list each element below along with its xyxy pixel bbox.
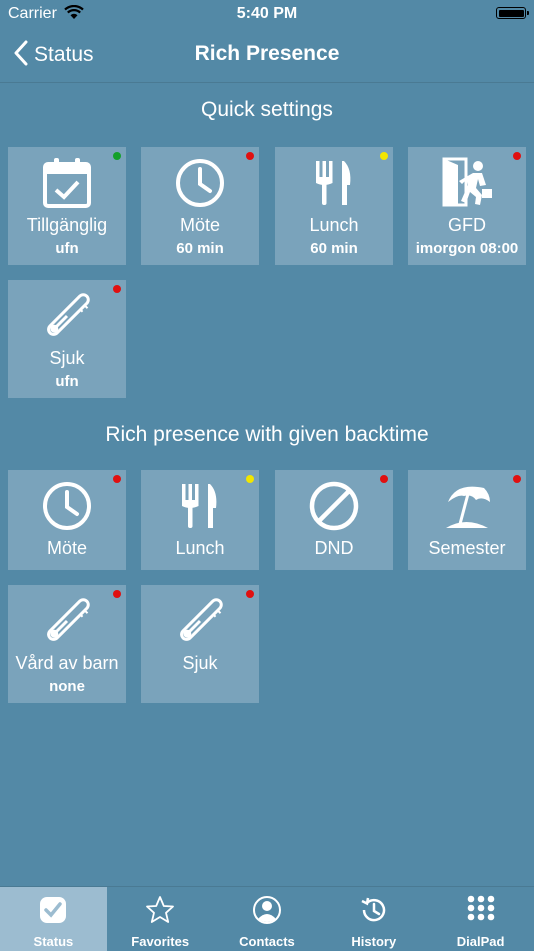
tile-label: Vård av barn (15, 653, 119, 673)
thermometer-icon (141, 595, 259, 647)
tile-label: Möte (179, 215, 221, 235)
page-title: Rich Presence (194, 42, 340, 65)
quick-tile-gfd[interactable]: GFD imorgon 08:00 (408, 147, 526, 265)
backtime-tile-semester[interactable]: Semester (408, 470, 526, 570)
tab-contacts[interactable]: Contacts (214, 887, 321, 951)
tab-label: DialPad (456, 934, 505, 949)
clock-icon (8, 480, 126, 532)
tab-label: Contacts (239, 934, 295, 949)
exit-door-icon (408, 155, 526, 209)
section-title-backtime: Rich presence with given backtime (105, 423, 429, 446)
tile-label: Semester (428, 538, 506, 558)
thermometer-icon (8, 290, 126, 342)
tab-label: Favorites (131, 934, 190, 949)
tile-label: DND (314, 538, 354, 558)
section-title-quick-settings: Quick settings (201, 98, 333, 121)
tile-label: Lunch (175, 538, 225, 558)
tile-label: Sjuk (49, 348, 85, 368)
beach-umbrella-icon (408, 480, 526, 532)
navigation-bar: Status Rich Presence (0, 30, 534, 83)
backtime-tile-vard-av-barn[interactable]: Vård av barn none (8, 585, 126, 703)
star-icon (107, 895, 214, 925)
quick-tile-mote[interactable]: Möte 60 min (141, 147, 259, 265)
no-entry-icon (275, 480, 393, 532)
fork-knife-icon (141, 480, 259, 532)
calendar-check-icon (8, 157, 126, 209)
tab-history[interactable]: History (320, 887, 427, 951)
tile-sublabel: imorgon 08:00 (415, 240, 519, 257)
dialpad-grid-icon (427, 895, 534, 927)
contact-person-icon (214, 895, 321, 925)
tile-sublabel: 60 min (176, 240, 224, 257)
tab-label: History (351, 934, 397, 949)
tile-label: Tillgänglig (26, 215, 108, 235)
thermometer-icon (8, 595, 126, 647)
tile-sublabel: ufn (55, 240, 79, 257)
tab-bar: Status Favorites Contacts History DialPa… (0, 886, 534, 951)
quick-tile-tillganglig[interactable]: Tillgänglig ufn (8, 147, 126, 265)
fork-knife-icon (275, 157, 393, 209)
tile-sublabel: 60 min (310, 240, 358, 257)
history-clock-icon (320, 895, 427, 925)
tab-label: Status (33, 934, 74, 949)
tile-sublabel: none (49, 678, 85, 695)
clock-icon (141, 157, 259, 209)
clock-time: 5:40 PM (236, 5, 298, 22)
tile-label: GFD (448, 215, 486, 235)
tab-status[interactable]: Status (0, 887, 107, 951)
quick-tile-sjuk[interactable]: Sjuk ufn (8, 280, 126, 398)
backtime-tile-sjuk[interactable]: Sjuk (141, 585, 259, 703)
tab-dialpad[interactable]: DialPad (427, 887, 534, 951)
tile-label: Sjuk (182, 653, 218, 673)
tile-label: Lunch (309, 215, 359, 235)
quick-tile-lunch[interactable]: Lunch 60 min (275, 147, 393, 265)
tile-label: Möte (46, 538, 88, 558)
status-check-icon (0, 895, 107, 925)
backtime-tile-mote[interactable]: Möte (8, 470, 126, 570)
status-bar: Carrier 5:40 PM (0, 0, 534, 30)
backtime-tile-dnd[interactable]: DND (275, 470, 393, 570)
backtime-tile-lunch[interactable]: Lunch (141, 470, 259, 570)
battery-icon (496, 7, 529, 19)
tab-favorites[interactable]: Favorites (107, 887, 214, 951)
tile-sublabel: ufn (55, 373, 79, 390)
